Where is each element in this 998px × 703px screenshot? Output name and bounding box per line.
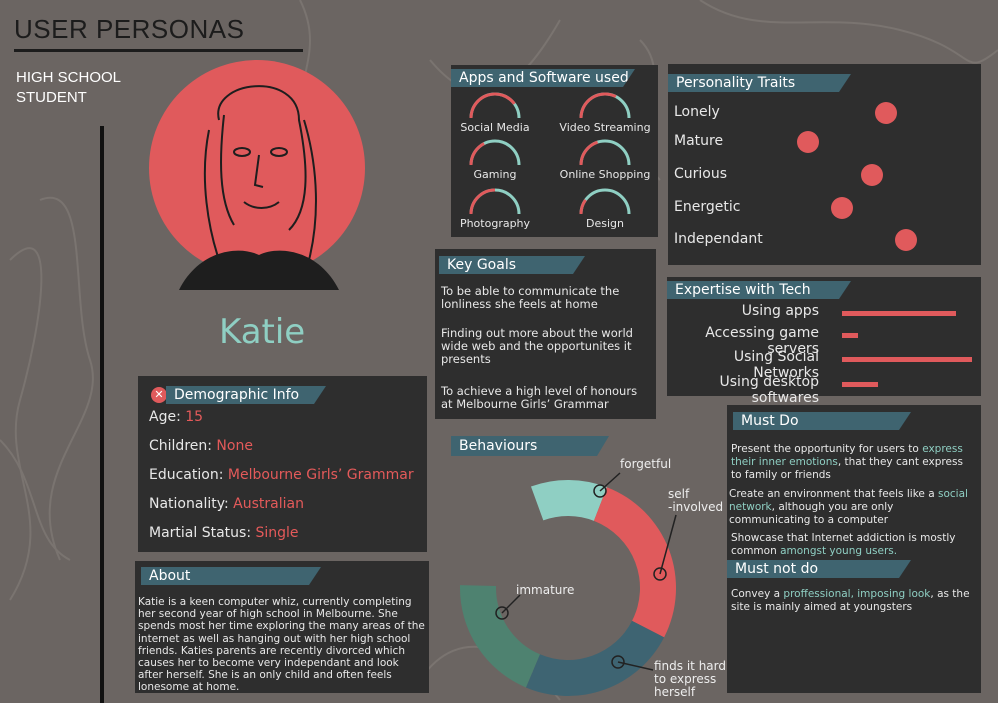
tech-level-bar	[842, 333, 858, 338]
donut-label-self: self	[668, 487, 690, 501]
app-gauge: Photography	[451, 188, 551, 232]
about-header: About	[141, 567, 321, 585]
tech-level-bar	[842, 382, 878, 387]
trait-level-dot	[797, 131, 819, 153]
donut-label-finds: finds it hard	[654, 659, 725, 673]
persona-portrait	[149, 60, 365, 290]
behaviours-donut-chart: forgetful self -involved finds it hard t…	[460, 457, 725, 699]
trait-level-dot	[875, 102, 897, 124]
demographic-status: Martial Status: Single	[149, 525, 299, 541]
gauge-icon	[579, 92, 631, 119]
donut-label-finds: to express	[654, 672, 716, 686]
trait-label: Energetic	[674, 199, 741, 215]
mustdo-item: Showcase that Internet addiction is most…	[731, 532, 956, 557]
donut-segment-2	[525, 620, 665, 696]
demographic-header: Demographic Info	[166, 386, 326, 404]
app-label: Gaming	[473, 168, 517, 181]
app-gauge: Online Shopping	[560, 139, 661, 183]
gauge-icon	[469, 92, 521, 119]
tech-header: Expertise with Tech	[667, 281, 851, 299]
goals-panel: Key Goals To be able to communicate the …	[435, 249, 656, 419]
page-title: USER PERSONAS	[14, 14, 245, 44]
goal-item: To be able to communicate the lonliness …	[441, 284, 620, 311]
apps-panel: Apps and Software used Social Media Vide…	[451, 65, 658, 237]
trait-label: Curious	[674, 166, 728, 182]
donut-label-immature: immature	[516, 583, 574, 597]
trait-level-dot	[895, 229, 917, 251]
app-label: Social Media	[460, 121, 530, 134]
demographic-age: Age: 15	[149, 409, 204, 425]
donut-label-finds: herself	[654, 685, 696, 699]
mustdo-item: Create an environment that feels like a …	[729, 488, 968, 526]
mustnot-header: Must not do	[727, 560, 911, 578]
goal-item: To achieve a high level of honours at Me…	[441, 384, 638, 411]
demographic-children: Children: None	[149, 438, 253, 454]
donut-label-self: -involved	[668, 500, 723, 514]
trait-label: Mature	[674, 133, 724, 149]
traits-header: Personality Traits	[668, 74, 851, 92]
apps-header: Apps and Software used	[451, 69, 635, 87]
trait-label: Independant	[674, 231, 763, 247]
mustnot-item: Convey a proffessional, imposing look, a…	[731, 588, 970, 613]
close-circle-icon: ✕	[151, 387, 167, 403]
demographic-panel: ✕ Demographic Info Age: 15 Children: Non…	[138, 376, 427, 552]
donut-segment-3	[460, 585, 540, 688]
trait-label: Lonely	[674, 104, 720, 120]
trait-level-dot	[861, 164, 883, 186]
goal-item: Finding out more about the world wide we…	[441, 326, 633, 366]
gauge-icon	[469, 139, 521, 166]
gauge-icon	[579, 139, 631, 166]
app-gauge: Design	[561, 188, 661, 232]
app-label: Design	[586, 217, 624, 230]
persona-name: Katie	[219, 312, 306, 352]
gauge-icon	[469, 188, 521, 215]
mustdo-header: Must Do	[733, 412, 911, 430]
trait-level-dot	[831, 197, 853, 219]
gauge-icon	[579, 188, 631, 215]
timeline-line	[100, 126, 104, 703]
behaviours-header: Behaviours	[451, 436, 609, 456]
about-text: Katie is a keen computer whiz, currently…	[138, 596, 425, 694]
traits-panel: Personality Traits Lonely Mature Curious En…	[668, 64, 981, 265]
mustdo-item: Present the opportunity for users to exp…	[731, 443, 963, 481]
callout-line	[501, 594, 521, 614]
donut-label-forgetful: forgetful	[620, 457, 671, 471]
app-gauge: Video Streaming	[559, 92, 661, 136]
app-gauge: Gaming	[451, 139, 551, 183]
app-gauge: Social Media	[451, 92, 551, 136]
goals-header: Key Goals	[439, 256, 585, 274]
demographic-nationality: Nationality: Australian	[149, 496, 304, 512]
title-underline	[14, 49, 303, 52]
demographic-education: Education: Melbourne Girls’ Grammar	[149, 467, 414, 483]
tech-level-bar	[842, 311, 956, 316]
app-label: Video Streaming	[559, 121, 651, 134]
tech-panel: Expertise with Tech Using apps Accessing …	[667, 277, 981, 406]
guidelines-panel: Must Do Present the opportunity for user…	[727, 405, 981, 693]
tech-label: Using apps	[741, 303, 819, 319]
tech-label: Using desktop softwares	[719, 374, 819, 406]
callout-line	[599, 472, 621, 492]
tech-level-bar	[842, 357, 972, 362]
persona-subtitle: HIGH SCHOOL STUDENT	[16, 69, 121, 106]
app-label: Online Shopping	[559, 168, 651, 181]
about-panel: About Katie is a keen computer whiz, cur…	[135, 561, 429, 693]
app-label: Photography	[459, 217, 531, 230]
